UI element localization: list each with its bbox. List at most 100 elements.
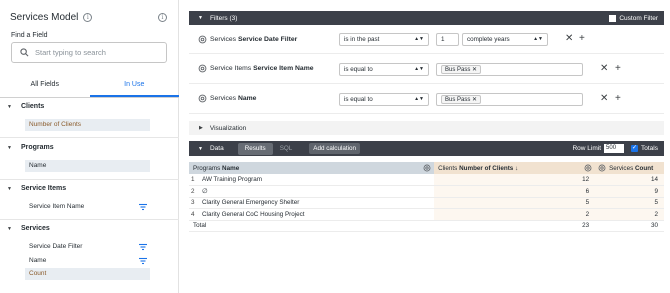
explore-main: ▼ Filters (3) Custom Filter Services Ser… — [189, 0, 664, 293]
operator-select[interactable]: is equal to ▲▼ — [339, 93, 429, 106]
cell-number-of-clients[interactable]: 2 — [434, 208, 596, 221]
view-header-service-items[interactable]: ▼ Service Items — [7, 185, 66, 192]
add-filter-value-icon[interactable]: + — [579, 33, 585, 44]
caret-right-icon: ▶ — [199, 125, 203, 131]
field-service-item-name[interactable]: Service Item Name — [25, 201, 150, 213]
cell-number-of-clients[interactable]: 12 — [434, 174, 596, 186]
field-program-name[interactable]: Name — [25, 160, 150, 172]
custom-filter-toggle[interactable]: Custom Filter — [609, 14, 658, 22]
table-row: 4 Clarity General CoC Housing Project 2 … — [189, 208, 664, 221]
gear-icon[interactable] — [584, 164, 592, 172]
results-table: Programs Name Clients Number of Clients … — [189, 162, 664, 232]
filters-title: Filters (3) — [209, 14, 238, 22]
view-section-services: ▼ Services Service Date Filter Name Coun… — [0, 220, 179, 293]
caret-down-icon: ▼ — [7, 185, 12, 192]
caret-down-icon[interactable]: ▼ — [198, 146, 203, 152]
cell-number-of-clients[interactable]: 5 — [434, 197, 596, 209]
filter-row: Service Items Service Item Name is equal… — [189, 55, 664, 84]
view-header-services[interactable]: ▼ Services — [7, 225, 50, 232]
find-field-label: Find a Field — [11, 32, 48, 39]
unit-select[interactable]: complete years ▲▼ — [462, 33, 548, 46]
view-section-service-items: ▼ Service Items Service Item Name — [0, 180, 179, 220]
total-services-count: 30 — [595, 220, 664, 232]
operator-select[interactable]: is in the past ▲▼ — [339, 33, 429, 46]
caret-down-icon: ▼ — [7, 103, 12, 110]
filter-icon[interactable] — [138, 202, 148, 212]
cell-services-count[interactable]: 14 — [595, 174, 664, 186]
filter-chip-input[interactable]: Bus Pass ✕ — [436, 63, 583, 76]
column-header-number-of-clients[interactable]: Clients Number of Clients ↓ — [434, 162, 596, 174]
filter-row: Services Name is equal to ▲▼ Bus Pass ✕ ✕… — [189, 84, 664, 114]
field-search-input[interactable] — [35, 48, 155, 57]
caret-down-icon: ▼ — [198, 15, 203, 21]
filter-icon[interactable] — [138, 242, 148, 252]
operator-select[interactable]: is equal to ▲▼ — [339, 63, 429, 76]
cell-services-count[interactable]: 2 — [595, 208, 664, 221]
field-service-date-filter[interactable]: Service Date Filter — [25, 241, 150, 253]
add-filter-value-icon[interactable]: + — [615, 93, 621, 104]
filter-field-label: Service Items Service Item Name — [210, 65, 314, 72]
filter-icon[interactable] — [138, 256, 148, 266]
row-limit-label: Row Limit — [572, 145, 602, 152]
cell-services-count[interactable]: 9 — [595, 185, 664, 198]
total-number-of-clients: 23 — [434, 220, 596, 232]
column-header-services-count[interactable]: Services Count — [595, 162, 664, 174]
totals-row: Total 23 30 — [189, 220, 664, 232]
filters-header[interactable]: ▼ Filters (3) Custom Filter — [189, 11, 664, 25]
gear-icon[interactable] — [198, 64, 207, 73]
dropdown-icon: ▲▼ — [414, 96, 424, 102]
view-name: Service Items — [20, 185, 67, 192]
tab-all-fields[interactable]: All Fields — [0, 76, 90, 97]
gear-icon[interactable] — [423, 164, 431, 172]
table-row: 3 Clarity General Emergency Shelter 5 5 — [189, 197, 664, 209]
totals-label: Totals — [641, 145, 658, 152]
view-header-clients[interactable]: ▼ Clients — [7, 103, 44, 110]
view-name: Programs — [20, 144, 54, 151]
row-limit-input[interactable]: 500 — [604, 144, 625, 153]
dropdown-icon: ▲▼ — [414, 36, 424, 42]
data-title[interactable]: Data — [210, 145, 224, 152]
dropdown-icon: ▲▼ — [533, 36, 543, 42]
field-search-box[interactable] — [11, 42, 167, 63]
remove-filter-icon[interactable]: ✕ — [600, 93, 608, 104]
view-section-programs: ▼ Programs Name — [0, 138, 179, 180]
cell-program-name[interactable]: Clarity General CoC Housing Project — [198, 208, 435, 221]
cell-program-name[interactable]: AW Training Program — [198, 174, 435, 186]
explore-info-icon[interactable]: i — [158, 13, 167, 22]
row-limit-controls: Row Limit 500 ✓ Totals — [572, 144, 658, 153]
remove-filter-icon[interactable]: ✕ — [600, 63, 608, 74]
field-service-name[interactable]: Name — [25, 255, 150, 267]
view-section-clients: ▼ Clients Number of Clients — [0, 98, 179, 138]
tab-sql[interactable]: SQL — [273, 143, 300, 155]
custom-filter-label: Custom Filter — [619, 14, 658, 22]
totals-checkbox[interactable]: ✓ — [631, 145, 639, 152]
remove-filter-icon[interactable]: ✕ — [565, 33, 573, 44]
view-header-programs[interactable]: ▼ Programs — [7, 144, 54, 151]
field-service-count[interactable]: Count — [25, 268, 150, 280]
gear-icon[interactable] — [198, 35, 207, 44]
add-filter-value-icon[interactable]: + — [615, 63, 621, 74]
filter-field-label: Services Name — [210, 95, 257, 102]
cell-program-name[interactable]: Clarity General Emergency Shelter — [198, 197, 435, 209]
cell-program-name[interactable]: ∅ — [198, 185, 435, 198]
search-icon — [20, 48, 29, 57]
tab-in-use[interactable]: In Use — [89, 76, 179, 97]
info-icon[interactable]: i — [83, 13, 93, 22]
cell-number-of-clients[interactable]: 6 — [434, 185, 596, 198]
filter-value-input[interactable]: 1 — [436, 33, 459, 46]
filter-chip-input[interactable]: Bus Pass ✕ — [436, 93, 583, 106]
table-row: 1 AW Training Program 12 14 — [189, 174, 664, 186]
dropdown-icon: ▲▼ — [414, 66, 424, 72]
tab-results[interactable]: Results — [237, 142, 273, 155]
field-number-of-clients[interactable]: Number of Clients — [25, 119, 150, 131]
value-chip[interactable]: Bus Pass ✕ — [441, 65, 482, 74]
value-chip[interactable]: Bus Pass ✕ — [441, 95, 482, 104]
add-calculation-button[interactable]: Add calculation — [309, 143, 361, 154]
column-header-program-name[interactable]: Programs Name — [189, 162, 435, 174]
gear-icon[interactable] — [198, 94, 207, 103]
gear-icon[interactable] — [598, 164, 606, 172]
cell-services-count[interactable]: 5 — [595, 197, 664, 209]
visualization-header[interactable]: ▶ Visualization — [189, 121, 664, 135]
totals-label: Total — [189, 220, 435, 232]
custom-filter-checkbox[interactable] — [609, 14, 617, 22]
